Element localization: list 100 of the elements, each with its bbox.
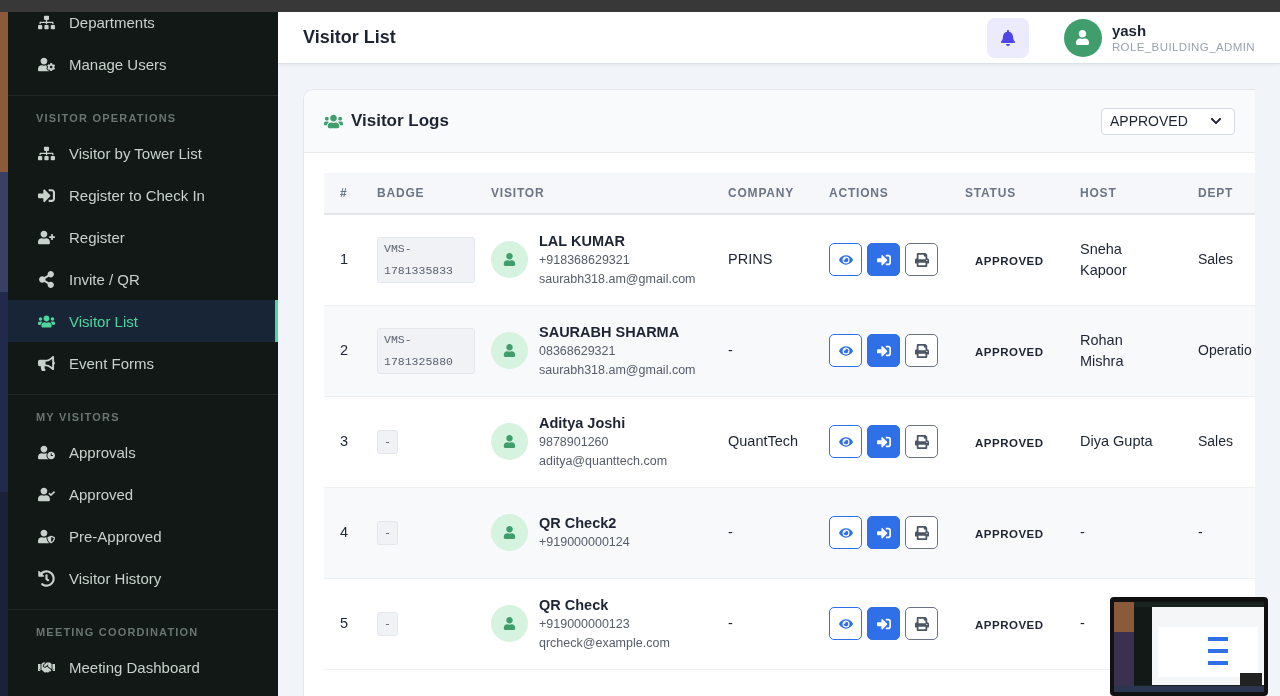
print-button[interactable] [905, 425, 938, 458]
host-cell-text: Sneha Kapoor [1080, 239, 1128, 280]
status-label: APPROVED [975, 254, 1044, 267]
sidebar-item[interactable]: Visitor by Tower List [8, 132, 278, 174]
status-label: APPROVED [975, 527, 1044, 540]
print-button[interactable] [905, 243, 938, 277]
sidebar-item[interactable]: Register to Check In [8, 174, 278, 216]
user-icon [503, 526, 516, 539]
view-button[interactable] [829, 425, 862, 458]
user-icon [503, 435, 516, 448]
column-header: STATUS [949, 173, 1064, 214]
user-role: ROLE_BUILDING_ADMIN [1111, 41, 1255, 53]
host-cell-text: - [1080, 614, 1085, 633]
page-title: Visitor List [303, 27, 397, 48]
visitor-email: saurabh318.am@gmail.com [539, 361, 696, 379]
company-cell: QuantTech [728, 433, 799, 449]
sidebar-item[interactable]: Visitor List [8, 300, 278, 342]
row-number: 2 [340, 342, 349, 358]
sidebar-item[interactable]: Register [8, 216, 278, 258]
section-heading: VISITOR OPERATIONS [35, 111, 178, 126]
check-in-button[interactable] [867, 334, 900, 367]
column-header: VISITOR [475, 173, 712, 214]
check-in-button[interactable] [867, 243, 900, 277]
visitor-name: SAURABH SHARMA [539, 322, 681, 342]
dept-cell: Sales [1198, 251, 1234, 268]
sign-in-icon [876, 252, 891, 267]
share-icon [38, 270, 55, 288]
view-button[interactable] [829, 243, 862, 277]
check-in-button[interactable] [867, 516, 900, 549]
chevron-down-icon [1210, 115, 1222, 127]
row-number: 5 [340, 615, 349, 631]
status-label: APPROVED [975, 618, 1044, 631]
notification-button[interactable] [986, 17, 1029, 58]
megaphone-icon [38, 354, 55, 372]
status-label: APPROVED [975, 345, 1044, 358]
sign-in-icon [876, 616, 891, 631]
view-button[interactable] [829, 607, 862, 640]
visitor-phone: 08368629321 [539, 342, 617, 360]
badge-code: - [377, 520, 398, 545]
sidebar-item[interactable]: Approvals [8, 431, 278, 473]
print-button[interactable] [905, 334, 938, 367]
row-number: 1 [340, 251, 349, 268]
visitor-email: qrcheck@example.com [539, 634, 670, 652]
sign-in-icon [876, 434, 891, 449]
sidebar-item[interactable]: Invite / QR [8, 258, 278, 300]
user-avatar[interactable] [1063, 18, 1102, 57]
user-check-icon [38, 485, 55, 503]
dept-cell: Operatio [1198, 342, 1252, 358]
user-icon [503, 253, 516, 267]
host-cell-text: - [1080, 523, 1085, 542]
sidebar-item[interactable]: Manage Users [8, 43, 278, 85]
row-number: 3 [340, 433, 349, 449]
eye-icon [838, 525, 853, 540]
view-button[interactable] [829, 516, 862, 549]
view-button[interactable] [829, 334, 862, 367]
sign-in-icon [876, 525, 891, 540]
section-heading: MEETING COORDINATION [35, 625, 200, 640]
company-cell: PRINS [728, 251, 773, 268]
user-gear-icon [38, 55, 55, 73]
host-cell-text: Diya Gupta [1080, 432, 1153, 451]
check-in-button[interactable] [867, 607, 900, 640]
user-icon [503, 617, 516, 630]
hierarchy-icon [38, 144, 55, 162]
visitor-name: Aditya Joshi [539, 413, 627, 433]
status-filter-select[interactable]: APPROVED [1101, 107, 1235, 135]
user-icon [1075, 30, 1091, 45]
bell-icon [999, 29, 1016, 46]
column-header: ACTIONS [813, 173, 949, 214]
status-label: APPROVED [975, 436, 1044, 449]
visitor-email: aditya@quanttech.com [539, 452, 668, 470]
printer-icon [914, 343, 929, 358]
section-heading: MY VISITORS [35, 410, 121, 425]
badge-code: - [377, 611, 398, 636]
visitor-name: QR Check2 [539, 514, 618, 533]
sidebar-item[interactable]: Meeting Dashboard [8, 646, 278, 688]
sidebar-item[interactable]: Departments [8, 12, 278, 43]
check-in-button[interactable] [867, 425, 900, 458]
user-plus-icon [38, 228, 55, 246]
visitor-phone: +918368629321 [539, 251, 631, 269]
print-button[interactable] [905, 607, 938, 640]
badge-code: VMS-1781335833 [377, 236, 475, 283]
sign-in-icon [38, 186, 55, 204]
host-cell-text: Rohan Mishra [1080, 330, 1125, 371]
printer-icon [914, 252, 929, 267]
visitor-email: saurabh318.am@gmail.com [539, 270, 696, 288]
sidebar-item[interactable]: Visitor History [8, 557, 278, 599]
eye-icon [838, 343, 853, 358]
company-cell: - [728, 524, 733, 540]
row-number: 4 [340, 524, 349, 540]
print-button[interactable] [905, 516, 938, 549]
printer-icon [914, 434, 929, 449]
history-icon [38, 569, 55, 587]
dept-cell: Sales [1198, 433, 1234, 449]
sidebar-item[interactable]: Approved [8, 473, 278, 515]
sidebar-item[interactable]: Event Forms [8, 342, 278, 384]
sidebar-item[interactable]: Pre-Approved [8, 515, 278, 557]
card-title: Visitor Logs [351, 111, 450, 131]
eye-icon [838, 616, 853, 631]
eye-icon [838, 252, 853, 267]
column-header: DEPT [1182, 173, 1255, 214]
